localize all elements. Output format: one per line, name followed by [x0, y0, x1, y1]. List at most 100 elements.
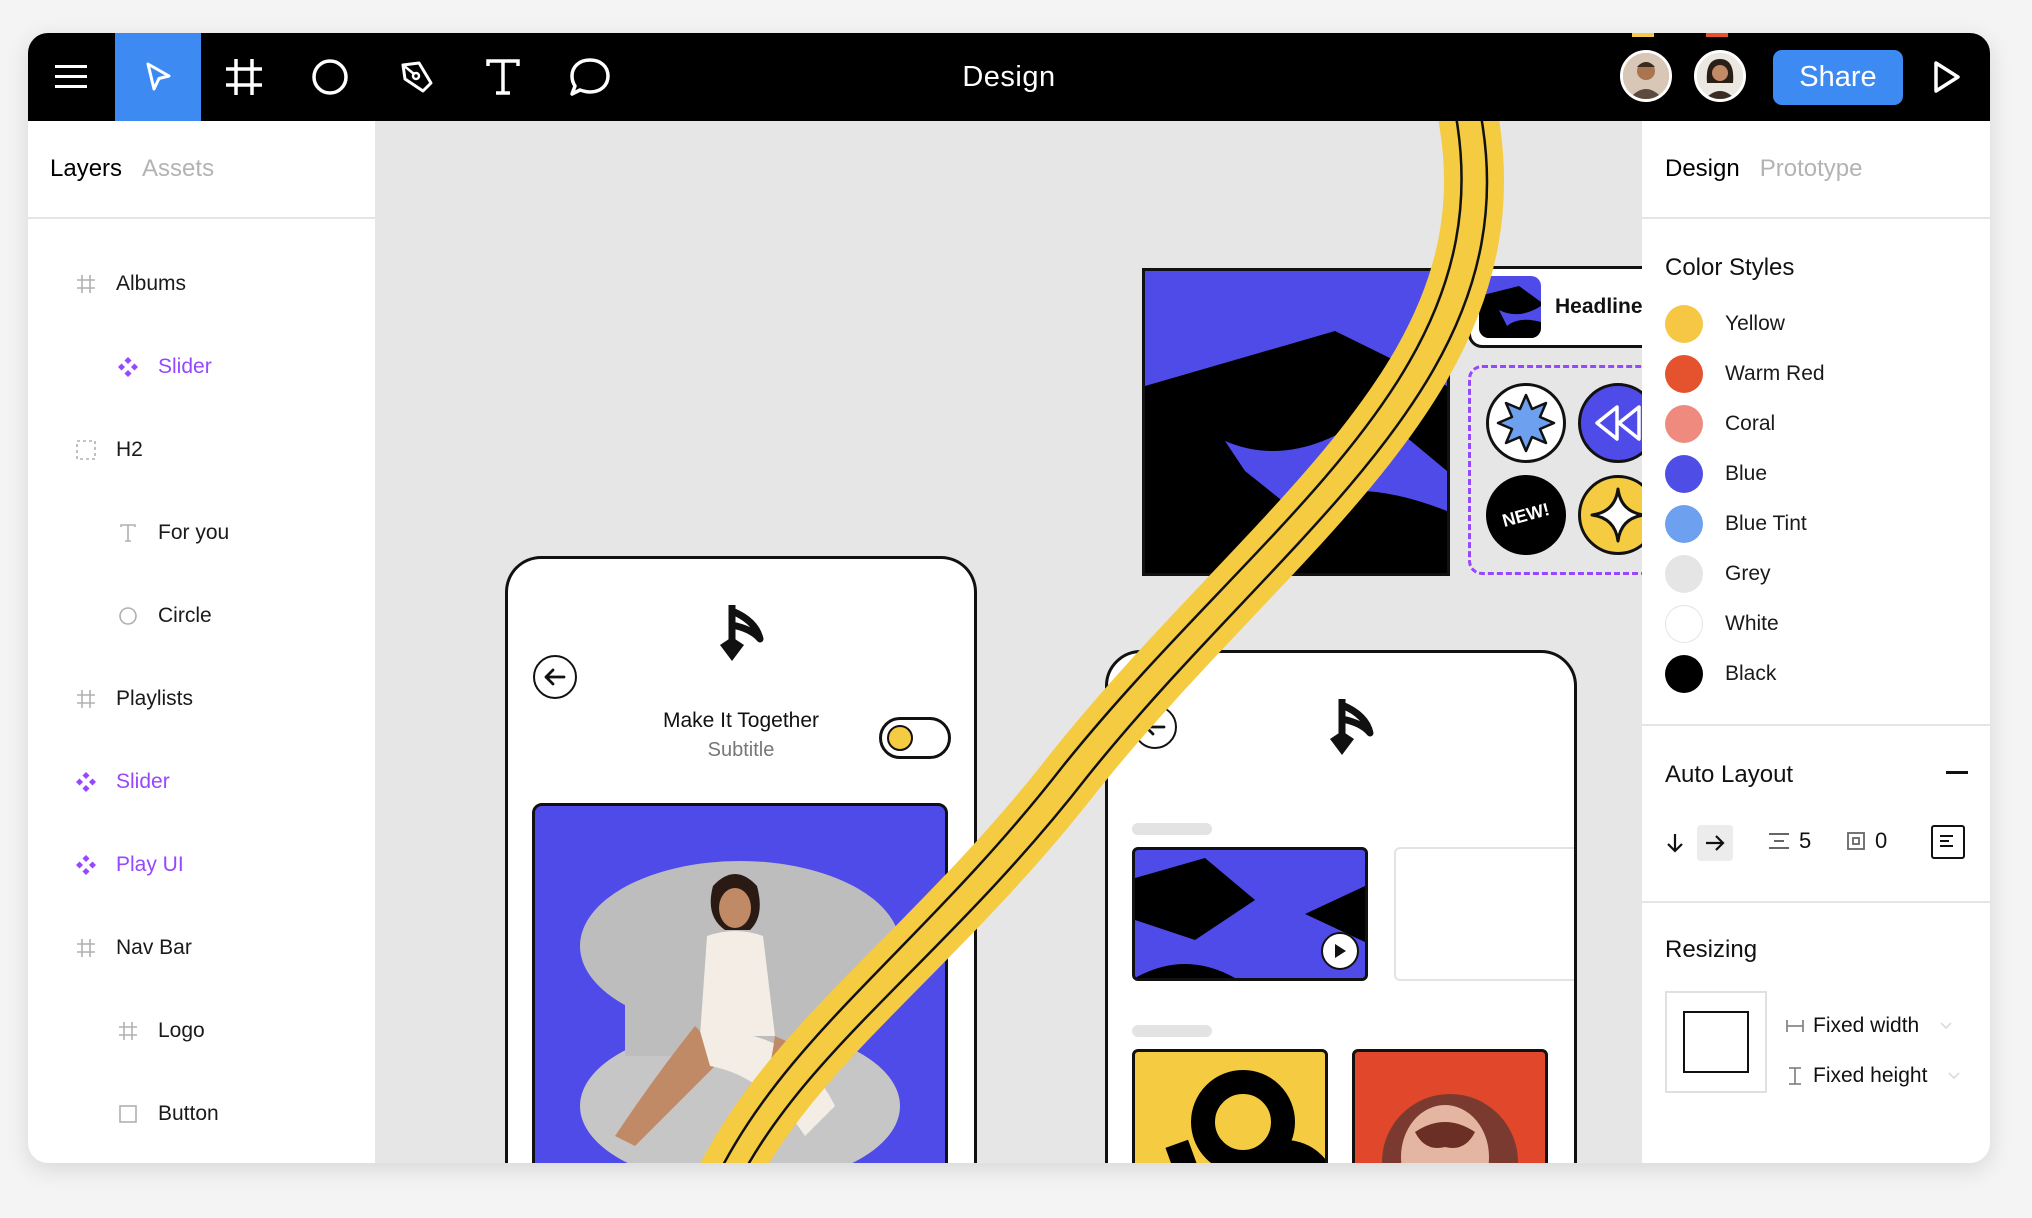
fixed-width-label: Fixed width — [1813, 1014, 1920, 1037]
remove-auto-layout-icon[interactable] — [1946, 771, 1968, 774]
color-style-item[interactable]: Black — [1665, 654, 1776, 694]
layer-item[interactable]: Slider — [74, 762, 170, 802]
phone-frame-2[interactable] — [1105, 650, 1577, 1163]
avatar[interactable] — [1694, 50, 1746, 102]
new-badge-label: NEW! — [1500, 498, 1552, 531]
component-icon — [74, 770, 98, 794]
panel-tabs: Design Prototype — [1642, 121, 1990, 219]
hero-image[interactable] — [532, 803, 948, 1163]
layer-label: Circle — [158, 604, 212, 627]
spacing-field[interactable]: 5 — [1767, 828, 1811, 854]
color-swatch — [1665, 555, 1703, 593]
layer-item[interactable]: H2 — [74, 430, 143, 470]
color-style-item[interactable]: White — [1665, 604, 1779, 644]
fixed-height-label: Fixed height — [1813, 1064, 1928, 1087]
layer-label: Logo — [158, 1019, 205, 1042]
headline-thumbnail — [1479, 276, 1541, 338]
group-icon — [74, 438, 98, 462]
album-art-shape — [1145, 331, 1447, 573]
layer-item[interactable]: Nav Bar — [74, 928, 192, 968]
headline-component[interactable]: Headline — [1468, 266, 1642, 348]
direction-vertical-icon[interactable] — [1665, 832, 1685, 854]
present-icon[interactable] — [1915, 33, 1979, 121]
color-style-label: Coral — [1725, 412, 1776, 435]
album-art-frame[interactable] — [1142, 268, 1450, 576]
layer-item[interactable]: For you — [116, 513, 229, 553]
starburst-icon[interactable] — [1486, 383, 1566, 463]
play-icon[interactable] — [1321, 932, 1359, 970]
layer-item[interactable]: Logo — [116, 1011, 205, 1051]
color-style-item[interactable]: Blue Tint — [1665, 504, 1807, 544]
app-logo-icon — [1326, 697, 1376, 764]
move-tool-icon[interactable] — [115, 33, 201, 121]
width-resizing-select[interactable]: Fixed width — [1785, 1014, 1953, 1038]
album-card[interactable] — [1352, 1049, 1548, 1163]
toggle-knob — [887, 725, 913, 751]
color-style-item[interactable]: Grey — [1665, 554, 1771, 594]
layer-label: Nav Bar — [116, 936, 192, 959]
chevron-down-icon — [1948, 1072, 1961, 1080]
section-divider — [1642, 724, 1990, 726]
layer-item[interactable]: Playlists — [74, 679, 193, 719]
new-badge[interactable]: NEW! — [1486, 475, 1566, 555]
back-arrow-icon[interactable] — [1133, 705, 1177, 749]
layer-item[interactable]: Albums — [74, 264, 186, 304]
color-swatch — [1665, 455, 1703, 493]
avatar[interactable] — [1620, 50, 1672, 102]
padding-field[interactable]: 0 — [1845, 828, 1887, 854]
ellipse-tool-icon[interactable] — [287, 33, 373, 121]
color-style-label: White — [1725, 612, 1779, 635]
color-swatch — [1665, 405, 1703, 443]
direction-horizontal-icon[interactable] — [1697, 825, 1733, 861]
height-resizing-select[interactable]: Fixed height — [1785, 1064, 1961, 1088]
layer-label: For you — [158, 521, 230, 544]
skeleton-line — [1132, 1025, 1212, 1037]
frame-icon — [116, 1019, 140, 1043]
color-swatch — [1665, 305, 1703, 343]
ellipse-icon — [116, 604, 140, 628]
auto-layout-title: Auto Layout — [1665, 761, 1794, 788]
rectangle-icon — [116, 1102, 140, 1126]
menu-icon[interactable] — [28, 33, 114, 121]
tab-layers[interactable]: Layers — [50, 155, 122, 183]
color-style-item[interactable]: Yellow — [1665, 304, 1785, 344]
text-tool-icon[interactable] — [460, 33, 546, 121]
resizing-preview — [1665, 991, 1767, 1093]
frame-tool-icon[interactable] — [201, 33, 287, 121]
color-swatch — [1665, 605, 1703, 643]
resizing-title: Resizing — [1665, 936, 1758, 963]
layer-label: Slider — [158, 355, 212, 378]
color-swatch — [1665, 505, 1703, 543]
layer-label: Albums — [116, 272, 187, 295]
album-card[interactable] — [1132, 847, 1368, 981]
color-style-item[interactable]: Coral — [1665, 404, 1775, 444]
tab-design[interactable]: Design — [1665, 155, 1740, 183]
color-style-label: Blue — [1725, 462, 1768, 485]
layer-item[interactable]: Button — [116, 1094, 219, 1134]
color-style-item[interactable]: Warm Red — [1665, 354, 1825, 394]
fixed-width-icon — [1786, 1020, 1804, 1032]
design-canvas[interactable]: Headline NEW! Make It Together Subtitle — [375, 121, 1642, 1163]
back-arrow-icon[interactable] — [533, 655, 577, 699]
album-card[interactable] — [1132, 1049, 1328, 1163]
layer-item[interactable]: Circle — [116, 596, 212, 636]
album-card-placeholder[interactable] — [1394, 847, 1574, 981]
layer-item[interactable]: Slider — [116, 347, 212, 387]
chevron-down-icon — [1940, 1022, 1952, 1030]
color-swatch — [1665, 355, 1703, 393]
spacing-value: 5 — [1799, 828, 1812, 853]
color-style-label: Black — [1725, 662, 1777, 685]
presence-indicator — [1706, 33, 1728, 37]
alignment-settings-icon[interactable] — [1931, 825, 1965, 859]
tab-assets[interactable]: Assets — [142, 155, 214, 183]
pen-tool-icon[interactable] — [374, 33, 460, 121]
comment-tool-icon[interactable] — [547, 33, 633, 121]
color-style-item[interactable]: Blue — [1665, 454, 1767, 494]
panel-tabs: Layers Assets — [28, 121, 375, 219]
toggle-switch[interactable] — [879, 717, 951, 759]
share-button[interactable]: Share — [1773, 50, 1903, 105]
layer-item[interactable]: Play UI — [74, 845, 184, 885]
color-styles-title: Color Styles — [1665, 254, 1795, 281]
phone-frame-1[interactable]: Make It Together Subtitle — [505, 556, 977, 1163]
tab-prototype[interactable]: Prototype — [1760, 155, 1863, 183]
